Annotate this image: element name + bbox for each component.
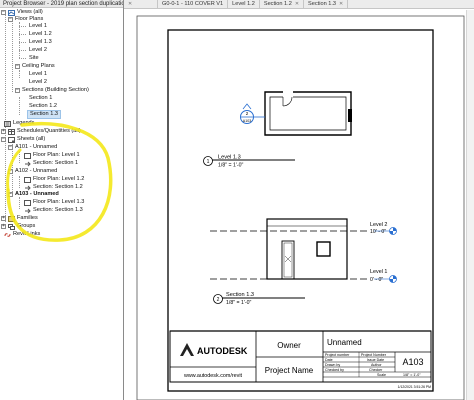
tab-cover-sheet[interactable]: G0-0-1 - 110 COVER V1: [158, 0, 229, 9]
view1-scale: 1/8" = 1'-0": [218, 163, 243, 169]
close-icon[interactable]: ✕: [128, 0, 132, 9]
section-marker-icon: [25, 161, 31, 166]
view2-title: Section 1.3: [226, 292, 254, 298]
sheet-name-text: Unnamed: [327, 338, 362, 347]
tab-level-1-2[interactable]: Level 1.2: [228, 0, 260, 9]
view2-number: 2: [217, 297, 220, 303]
sheet-icon: [8, 136, 15, 143]
drawn-by-label: Drawn by: [325, 363, 340, 367]
view2-scale: 1/8" = 1'-0": [226, 300, 251, 306]
project-browser-title: Project Browser - 2019 plan section dupl…: [0, 0, 123, 8]
link-icon: [4, 232, 11, 237]
tab-section-1-3[interactable]: Section 1.3 ✕: [304, 0, 349, 9]
view-tab-bar: ✕ G0-0-1 - 110 COVER V1 Level 1.2 Sectio…: [124, 0, 474, 9]
level2-name: Level 2: [370, 222, 387, 228]
groups-icon: [8, 223, 15, 230]
expand-icon[interactable]: +: [1, 216, 6, 221]
tab-blank[interactable]: ✕: [124, 0, 158, 9]
print-stamp: 1/12/2021 3:51:26 PM: [398, 385, 432, 389]
collapse-icon[interactable]: −: [8, 192, 13, 197]
legend-icon: [4, 120, 11, 127]
drawn-by-value: Author: [371, 363, 382, 367]
view1-number: 1: [207, 159, 210, 165]
scale-value: 1/8" = 1'-0": [403, 373, 421, 377]
project-number-value: Project Number: [361, 353, 387, 357]
level1-elev: 0' - 0": [370, 277, 383, 283]
plan-tag-sheet: A103: [243, 119, 251, 123]
collapse-icon[interactable]: −: [8, 17, 13, 22]
view-on-sheet-icon: [24, 152, 31, 159]
vertical-scrollbar[interactable]: [466, 10, 474, 400]
owner-text: Owner: [277, 341, 301, 350]
brand-name: AUTODESK: [197, 346, 248, 356]
schedule-icon: [8, 128, 15, 135]
view-on-sheet-icon: [24, 199, 31, 206]
collapse-icon[interactable]: −: [15, 64, 20, 69]
date-label: Date: [325, 358, 333, 362]
project-number-label: Project number: [325, 353, 350, 357]
date-value: Issue Date: [367, 358, 384, 362]
close-icon[interactable]: ✕: [295, 0, 299, 9]
checked-by-label: Checked by: [325, 368, 344, 372]
title-block: AUTODESK www.autodesk.com/revit Owner Pr…: [169, 330, 432, 389]
collapse-icon[interactable]: −: [15, 88, 20, 93]
sheet-drawing: 2 A103 1 Level 1.3 1/8" = 1'-0" Level 2 …: [136, 15, 465, 400]
view1-title: Level 1.3: [218, 155, 241, 161]
view-on-sheet-icon: [24, 176, 31, 183]
scale-label: Scale: [377, 373, 386, 377]
collapse-icon[interactable]: −: [1, 10, 6, 15]
families-icon: [8, 215, 15, 222]
level1-name: Level 1: [370, 269, 387, 275]
section-marker-icon: [25, 208, 31, 213]
expand-icon[interactable]: +: [1, 224, 6, 229]
project-browser: Project Browser - 2019 plan section dupl…: [0, 0, 124, 400]
close-icon[interactable]: ✕: [339, 0, 343, 9]
tree-revit-links[interactable]: Revit Links: [4, 230, 40, 239]
website: www.autodesk.com/revit: [183, 373, 243, 379]
tab-section-1-2[interactable]: Section 1.2 ✕: [260, 0, 305, 9]
expand-icon[interactable]: +: [1, 129, 6, 134]
checked-by-value: Checker: [369, 368, 383, 372]
collapse-icon[interactable]: −: [1, 137, 6, 142]
level2-elev: 10' - 0": [370, 229, 386, 235]
sheet-canvas[interactable]: 2 A103 1 Level 1.3 1/8" = 1'-0" Level 2 …: [125, 10, 466, 400]
project-name-text: Project Name: [265, 366, 314, 375]
collapse-icon[interactable]: −: [8, 169, 13, 174]
sheet-number-text: A103: [402, 357, 423, 367]
collapse-icon[interactable]: −: [8, 145, 13, 150]
tree-section-item-selected[interactable]: Section 1.3: [27, 110, 61, 119]
